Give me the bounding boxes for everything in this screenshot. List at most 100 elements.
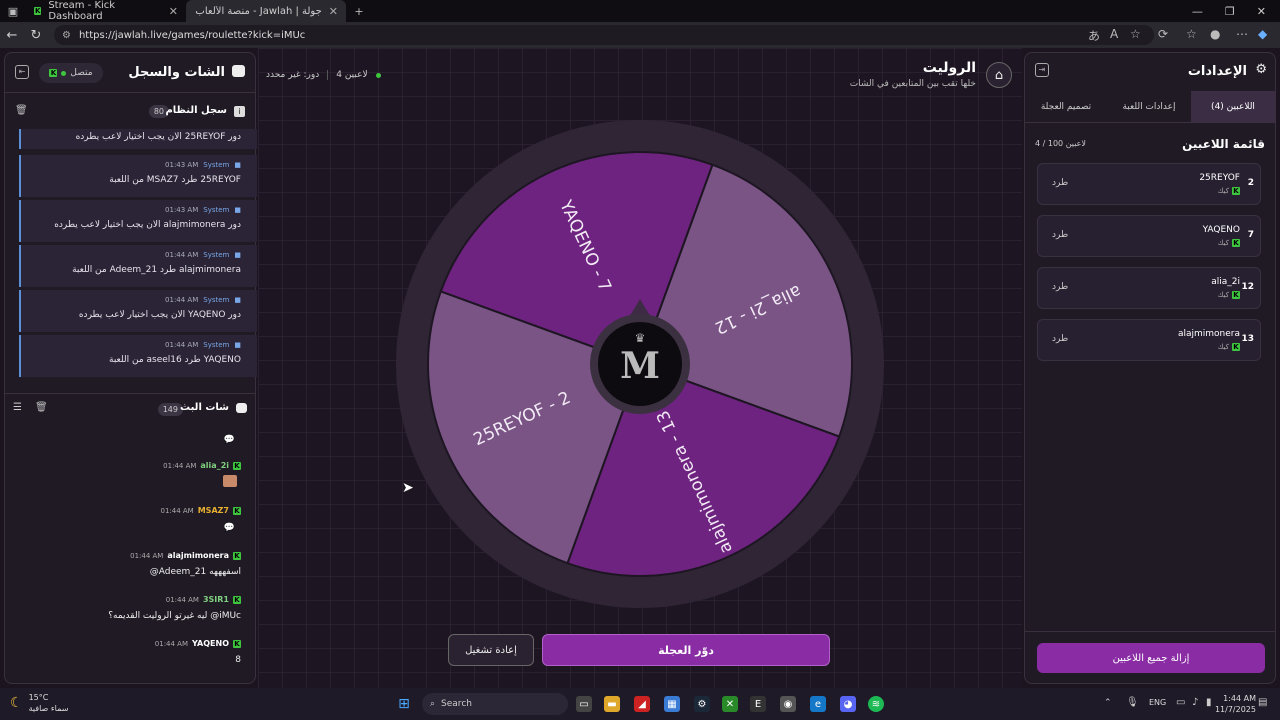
- search-label: Search: [441, 699, 472, 709]
- spin-button[interactable]: دوّر العجلة: [542, 634, 830, 666]
- close-tab-icon[interactable]: ✕: [169, 5, 178, 18]
- log-author: System: [203, 251, 230, 259]
- notifications-icon[interactable]: ▤: [1258, 697, 1267, 708]
- language-indicator[interactable]: ENG: [1149, 698, 1166, 707]
- steam-icon[interactable]: ⚙: [694, 696, 710, 712]
- chat-bubble-icon: [236, 403, 247, 413]
- app-icon[interactable]: ◉: [780, 696, 796, 712]
- clear-log-icon[interactable]: 🗑: [15, 105, 28, 116]
- close-tab-icon[interactable]: ✕: [329, 5, 338, 18]
- home-button[interactable]: ⌂: [986, 62, 1012, 88]
- profile-avatar[interactable]: ●: [1210, 27, 1220, 41]
- player-number: 12: [1241, 282, 1254, 292]
- jawlah-app: ⇤ K متصل الشات والسجل 🗑 80 سجل النظام i …: [0, 48, 1280, 688]
- file-explorer-icon[interactable]: ▬: [604, 696, 620, 712]
- tab-label: إعدادات اللعبة: [1122, 101, 1176, 112]
- close-window-icon[interactable]: ✕: [1257, 5, 1266, 18]
- chat-username[interactable]: alajmimonera: [167, 551, 229, 560]
- log-author: System: [203, 296, 230, 304]
- stream-chat-title: شات البث: [180, 402, 229, 413]
- sync-icon[interactable]: ⟳: [1158, 27, 1168, 41]
- clear-chat-icon[interactable]: 🗑: [35, 402, 48, 413]
- task-view-icon[interactable]: ▭: [576, 696, 592, 712]
- window-menu-icon[interactable]: ▣: [0, 0, 26, 22]
- chat-message-header: 01:44 AM YAQENO K: [155, 639, 241, 648]
- clock-time: 1:44 AM: [1223, 694, 1256, 703]
- message-time: 01:44 AM: [163, 461, 197, 470]
- maximize-icon[interactable]: ❐: [1225, 5, 1235, 18]
- read-aloud-icon[interactable]: A: [1110, 27, 1118, 41]
- log-text: alajmimonera طرد Adeem_21 من اللعبة: [72, 265, 241, 275]
- remove-all-label: إزالة جميع اللاعبين: [1112, 652, 1190, 664]
- chat-username[interactable]: MSAZ7: [198, 506, 229, 515]
- collapse-panel-icon[interactable]: ⇤: [15, 65, 29, 79]
- edge-icon[interactable]: e: [810, 696, 826, 712]
- weather-widget[interactable]: ☾ 15°C سماء صافية: [10, 692, 68, 714]
- emote-icon: 💬: [223, 523, 235, 533]
- list-item: 01:44 AM System ■ دور YAQENO الان يجب اختي…: [19, 290, 257, 332]
- kick-player-button[interactable]: طرد: [1052, 334, 1068, 344]
- url-field[interactable]: ⚙ https://jawlah.live/games/roulette?kic…: [54, 25, 1154, 45]
- log-time: 01:44 AM: [165, 251, 199, 259]
- chat-options-icon[interactable]: ☰: [13, 402, 22, 413]
- discord-icon[interactable]: ◕: [840, 696, 856, 712]
- player-platform: كيك: [1217, 187, 1229, 195]
- chat-text: 8: [235, 655, 241, 665]
- crown-icon: ♛: [635, 331, 646, 345]
- status-label: متصل: [70, 68, 93, 78]
- windows-start-icon[interactable]: ⊞: [396, 696, 412, 712]
- spotify-icon[interactable]: ≋: [868, 696, 884, 712]
- roulette-wheel[interactable]: YAQENO - 7alia_2i - 12alajmimonera - 132…: [390, 114, 890, 614]
- minimize-icon[interactable]: —: [1192, 5, 1203, 18]
- site-info-icon[interactable]: ⚙: [62, 30, 71, 41]
- battery-icon[interactable]: ▮: [1206, 697, 1212, 708]
- favorite-icon[interactable]: ☆: [1130, 27, 1141, 41]
- list-item: 01:43 AM System ■ دور alajmimonera الان يج…: [19, 200, 257, 242]
- refresh-icon[interactable]: ↻: [24, 28, 48, 43]
- tab-kick-dashboard[interactable]: K Stream - Kick Dashboard ✕: [26, 0, 186, 22]
- restart-button[interactable]: إعادة تشغيل: [448, 634, 534, 666]
- expand-panel-icon[interactable]: ⇥: [1035, 63, 1049, 77]
- player-row: 2 25REYOF كيك K طرد: [1037, 163, 1261, 205]
- new-tab-icon[interactable]: +: [346, 0, 372, 22]
- clock-date: 11/7/2025: [1214, 705, 1256, 714]
- kick-player-button[interactable]: طرد: [1052, 178, 1068, 188]
- volume-icon[interactable]: ♪: [1192, 697, 1198, 708]
- list-item: 01:44 AM System ■ alajmimonera طرد Adeem_2…: [19, 245, 257, 287]
- kick-player-button[interactable]: طرد: [1052, 282, 1068, 292]
- copilot-icon[interactable]: ◆: [1258, 27, 1267, 41]
- remove-all-players-button[interactable]: إزالة جميع اللاعبين: [1037, 643, 1265, 673]
- app-icon[interactable]: ◢: [634, 696, 650, 712]
- back-icon[interactable]: ←: [0, 28, 24, 43]
- translate-icon[interactable]: あ: [1088, 27, 1100, 44]
- chat-username[interactable]: alia_2i: [200, 461, 229, 470]
- players-list-title: قائمة اللاعبين: [1182, 137, 1265, 151]
- kick-player-button[interactable]: طرد: [1052, 230, 1068, 240]
- microphone-icon[interactable]: 🎙: [1126, 697, 1139, 708]
- more-icon[interactable]: ⋯: [1236, 27, 1248, 41]
- epic-games-icon[interactable]: E: [750, 696, 766, 712]
- network-icon[interactable]: ▭: [1176, 697, 1185, 708]
- tab-players[interactable]: اللاعبين (4): [1191, 91, 1275, 122]
- xbox-icon[interactable]: ✕: [722, 696, 738, 712]
- tab-wheel-design[interactable]: تصميم العجلة: [1025, 91, 1107, 122]
- app-icon[interactable]: ▦: [664, 696, 680, 712]
- online-dot: [61, 70, 67, 76]
- chat-panel: ⇤ K متصل الشات والسجل 🗑 80 سجل النظام i …: [4, 52, 257, 684]
- player-platform: كيك: [1217, 239, 1229, 247]
- tab-game-settings[interactable]: إعدادات اللعبة: [1107, 91, 1191, 122]
- clock[interactable]: 1:44 AM 11/7/2025: [1212, 693, 1256, 715]
- system-icon: ■: [234, 251, 241, 259]
- taskbar-search[interactable]: ⌕ Search: [422, 693, 568, 715]
- collections-icon[interactable]: ☆: [1186, 27, 1197, 41]
- chat-username[interactable]: YAQENO: [192, 639, 229, 648]
- tab-jawlah[interactable]: جولة | Jawlah - منصة الألعاب التفا ✕: [186, 0, 346, 22]
- tray-overflow-icon[interactable]: ⌃: [1104, 698, 1112, 708]
- gear-icon: ⚙: [1255, 62, 1267, 77]
- weather-desc: سماء صافية: [28, 704, 69, 713]
- settings-tabs: اللاعبين (4) إعدادات اللعبة تصميم العجلة: [1025, 91, 1275, 123]
- log-time: 01:44 AM: [165, 341, 199, 349]
- chat-username[interactable]: 3SIR1: [203, 595, 229, 604]
- system-icon: ■: [234, 341, 241, 349]
- system-icon: ■: [234, 296, 241, 304]
